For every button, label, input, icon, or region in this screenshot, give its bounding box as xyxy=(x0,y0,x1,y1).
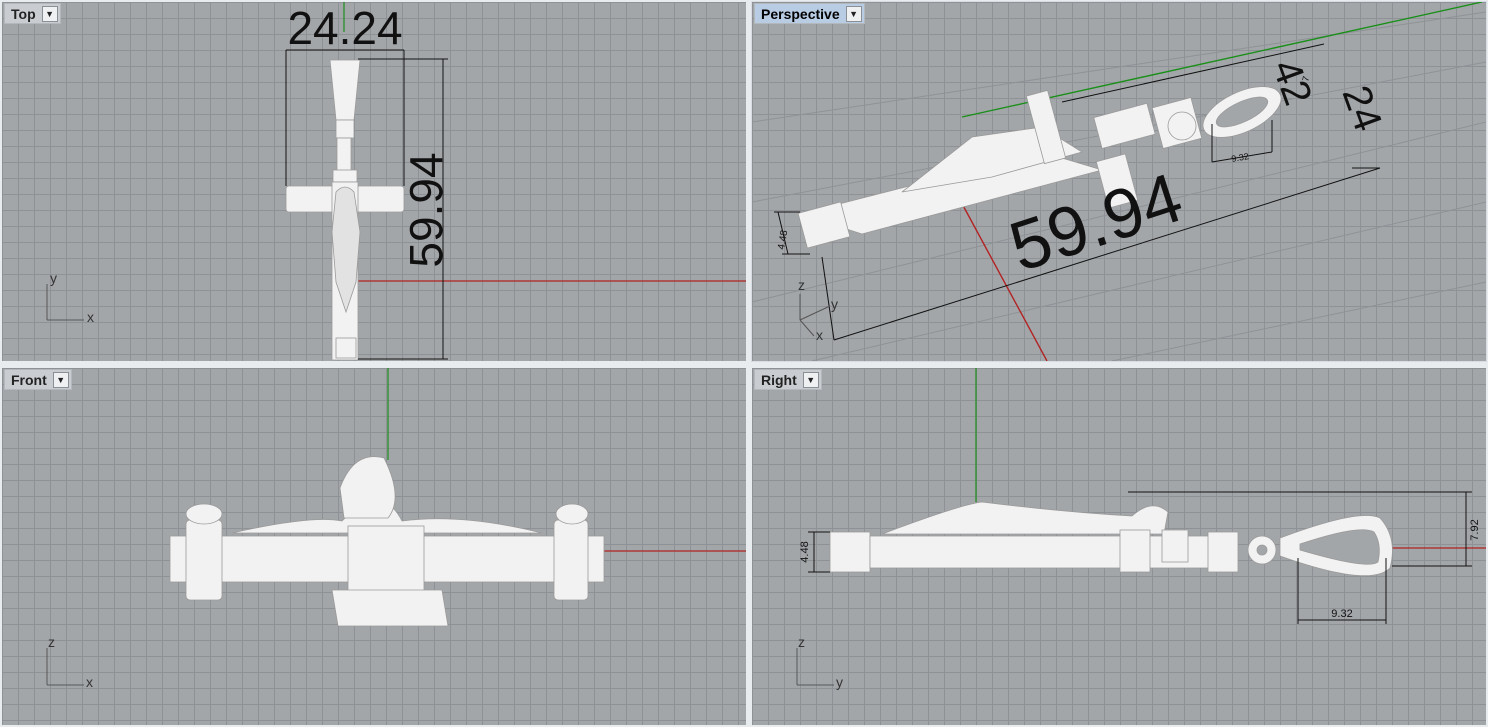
pendant-model-front xyxy=(169,456,605,627)
chevron-down-icon[interactable]: ▼ xyxy=(52,372,69,388)
axis-z-label: z xyxy=(798,634,805,650)
axis-z-label: z xyxy=(48,634,55,650)
pendant-model-top xyxy=(285,59,405,361)
axis-x-label: x xyxy=(86,674,93,690)
length-dimension-label: 59.94 xyxy=(400,152,452,267)
axis-y-label: y xyxy=(831,296,838,312)
thickness-dimension-label: 4.48 xyxy=(776,229,790,251)
viewport-right[interactable]: 7.92 4.48 9.32 z y Right ▼ xyxy=(752,368,1486,725)
height-dimension-label: 7.92 xyxy=(1469,519,1481,540)
axis-y-label: y xyxy=(836,674,843,690)
viewport-title-label: Top xyxy=(11,5,36,22)
viewport-title-front[interactable]: Front ▼ xyxy=(4,369,72,390)
axis-widget: y x xyxy=(46,270,94,325)
viewport-title-label: Right xyxy=(761,371,797,388)
viewport-perspective[interactable]: 59.94 4.48 9.32 42 24 7 z y x Perspectiv… xyxy=(751,1,1487,362)
axis-y-label: y xyxy=(50,270,57,286)
chevron-down-icon[interactable]: ▼ xyxy=(802,372,819,388)
pendant-model-right xyxy=(829,501,1393,577)
thickness-dimension-label: 4.48 xyxy=(799,541,811,562)
viewport-title-label: Front xyxy=(11,371,47,388)
bail-dimension-label: 9.32 xyxy=(1231,151,1250,164)
axis-z-label: z xyxy=(798,277,805,293)
axis-x-label: x xyxy=(87,309,94,325)
width-dimension-label: 24.24 xyxy=(287,2,402,54)
axis-widget: z y x xyxy=(798,277,838,343)
viewport-top[interactable]: 24.24 59.94 y x Top ▼ xyxy=(2,2,746,361)
viewport-title-right[interactable]: Right ▼ xyxy=(754,369,822,390)
viewport-title-perspective[interactable]: Perspective ▼ xyxy=(754,3,865,24)
perspective-scene: 59.94 4.48 9.32 42 24 7 z y x xyxy=(752,2,1486,361)
front-scene: z x xyxy=(46,368,746,690)
top-scene: 24.24 59.94 y x xyxy=(46,2,746,361)
chevron-down-icon[interactable]: ▼ xyxy=(41,6,58,22)
right-scene: 7.92 4.48 9.32 z y xyxy=(796,368,1486,690)
axis-widget: z y xyxy=(796,634,843,690)
bail-dimension-label: 9.32 xyxy=(1331,608,1352,620)
viewport-title-label: Perspective xyxy=(761,5,840,22)
chevron-down-icon[interactable]: ▼ xyxy=(845,6,862,22)
viewport-front[interactable]: z x Front ▼ xyxy=(2,368,746,725)
axis-widget: z x xyxy=(46,634,93,690)
persp-small-label-b: 24 xyxy=(1334,80,1391,137)
viewport-title-top[interactable]: Top ▼ xyxy=(4,3,61,24)
axis-x-label: x xyxy=(816,327,823,343)
